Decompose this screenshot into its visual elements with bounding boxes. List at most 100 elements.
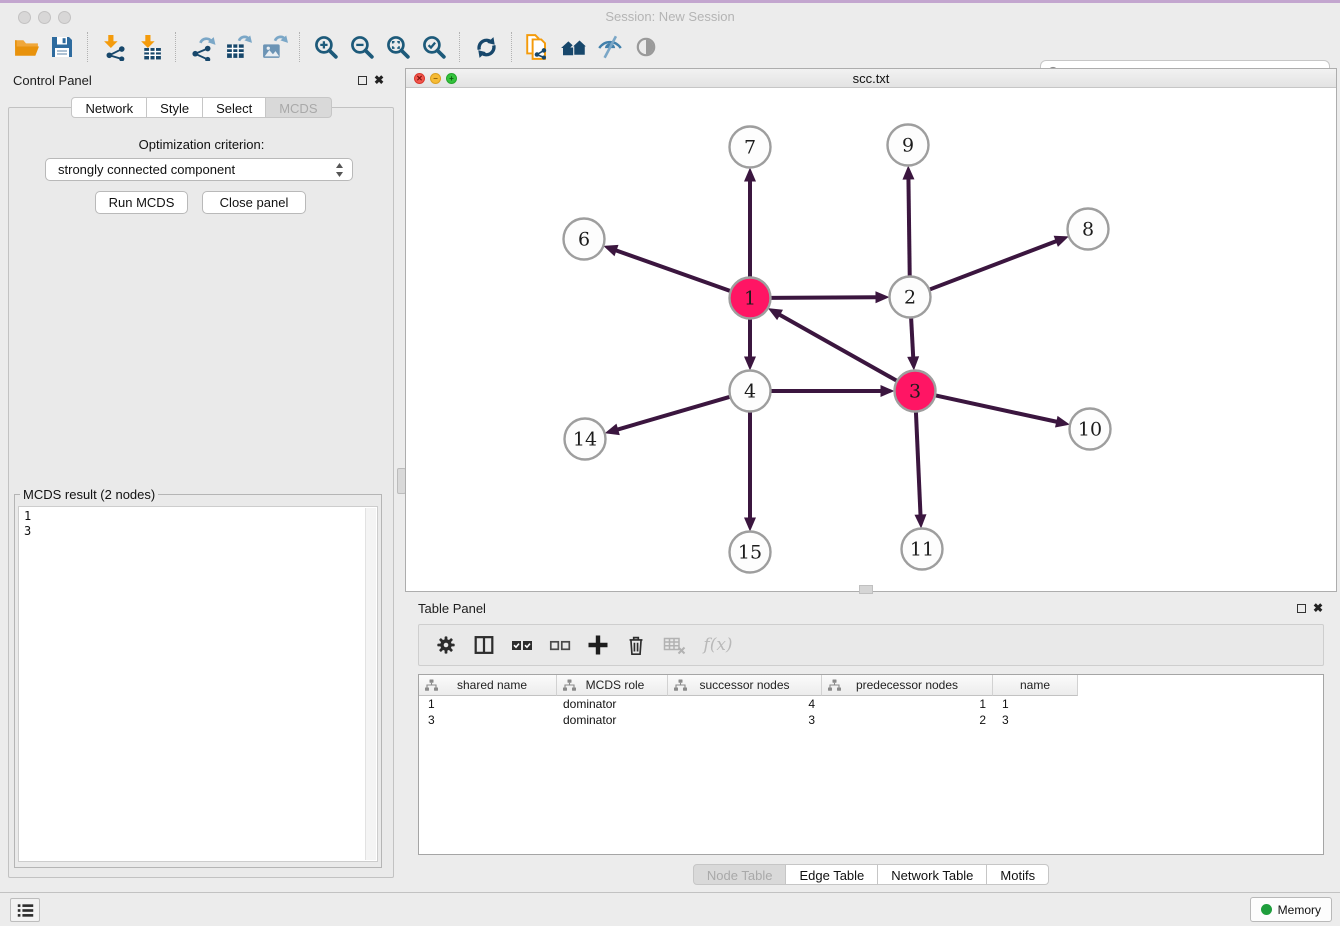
column-header-successor-nodes[interactable]: successor nodes (668, 675, 822, 696)
show-panel-button[interactable] (628, 31, 664, 64)
graph-node-9[interactable]: 9 (888, 125, 929, 166)
svg-text:11: 11 (910, 539, 934, 561)
tab-select[interactable]: Select (203, 97, 266, 118)
graph-edge-2-8[interactable] (929, 241, 1057, 290)
graph-node-7[interactable]: 7 (730, 127, 771, 168)
table-row[interactable]: 3dominator323 (419, 712, 1323, 728)
graph-node-3[interactable]: 3 (895, 371, 936, 412)
tree-icon (828, 679, 841, 692)
hide-panel-button[interactable] (592, 31, 628, 64)
save-session-button[interactable] (44, 31, 80, 64)
tab-network-table[interactable]: Network Table (878, 864, 987, 885)
graph-edge-4-14[interactable] (617, 397, 730, 430)
table-cell[interactable]: 3 (993, 712, 1078, 728)
export-table-button[interactable] (220, 31, 256, 64)
column-header-predecessor-nodes[interactable]: predecessor nodes (822, 675, 993, 696)
column-header-name[interactable]: name (993, 675, 1078, 696)
column-header-shared-name[interactable]: shared name (419, 675, 557, 696)
tab-edge-table[interactable]: Edge Table (786, 864, 878, 885)
import-network-button[interactable] (96, 31, 132, 64)
control-panel-title: Control Panel (13, 73, 92, 88)
graph-node-8[interactable]: 8 (1068, 209, 1109, 250)
table-cell[interactable]: 1 (419, 696, 557, 712)
svg-text:15: 15 (738, 542, 762, 564)
open-session-button[interactable] (8, 31, 44, 64)
network-document-button[interactable] (520, 31, 556, 64)
list-icon (16, 902, 35, 919)
float-table-panel-icon[interactable] (1297, 604, 1306, 613)
table-cell[interactable]: 3 (419, 712, 557, 728)
column-chooser-button[interactable] (467, 629, 501, 661)
graph-edge-3-11[interactable] (916, 411, 921, 515)
svg-text:1: 1 (744, 288, 756, 310)
graph-node-10[interactable]: 10 (1070, 409, 1111, 450)
column-header-mcds-role[interactable]: MCDS role (557, 675, 668, 696)
tab-motifs[interactable]: Motifs (987, 864, 1049, 885)
graph-edge-3-10[interactable] (935, 395, 1057, 422)
network-graph[interactable]: 7 9 6 8 1 2 4 3 14 10 15 11 (406, 88, 1336, 591)
table-cell[interactable]: 4 (668, 696, 822, 712)
svg-text:10: 10 (1078, 419, 1102, 441)
tab-network[interactable]: Network (71, 97, 147, 118)
table-cell[interactable]: 1 (822, 696, 993, 712)
node-table-header: shared name MCDS role (419, 675, 1323, 696)
criterion-dropdown[interactable]: strongly connected component (45, 158, 353, 181)
refresh-layout-button[interactable] (468, 31, 504, 64)
zoom-selected-icon (421, 34, 448, 61)
table-cell[interactable]: dominator (557, 712, 668, 728)
select-all-button[interactable] (505, 629, 539, 661)
graph-edge-3-1[interactable] (779, 314, 897, 380)
close-panel-button[interactable]: Close panel (202, 191, 306, 214)
network-canvas[interactable]: 7 9 6 8 1 2 4 3 14 10 15 11 (406, 88, 1336, 591)
network-window-titlebar[interactable]: ✕ − + scc.txt (406, 69, 1336, 88)
table-panel-tabs: Node Table Edge Table Network Table Moti… (405, 864, 1337, 885)
close-table-panel-icon[interactable]: ✖ (1313, 603, 1323, 613)
zoom-out-button[interactable] (344, 31, 380, 64)
graph-edge-1-2[interactable] (770, 297, 876, 298)
add-column-button[interactable] (581, 629, 615, 661)
mcds-result-text: 1 3 (24, 509, 31, 539)
delete-column-button[interactable] (619, 629, 653, 661)
tab-mcds[interactable]: MCDS (266, 97, 331, 118)
graph-edge-1-6[interactable] (616, 250, 731, 291)
export-network-button[interactable] (184, 31, 220, 64)
graph-node-15[interactable]: 15 (730, 532, 771, 573)
graph-node-2[interactable]: 2 (890, 277, 931, 318)
table-cell[interactable]: 1 (993, 696, 1078, 712)
import-table-button[interactable] (132, 31, 168, 64)
table-cell[interactable]: dominator (557, 696, 668, 712)
graph-edge-2-9[interactable] (908, 178, 909, 276)
tab-style[interactable]: Style (147, 97, 203, 118)
float-panel-icon[interactable] (358, 76, 367, 85)
svg-text:14: 14 (573, 429, 597, 451)
task-history-button[interactable] (10, 898, 40, 922)
close-panel-icon[interactable]: ✖ (374, 75, 384, 85)
toolbar-separator (299, 32, 301, 62)
function-builder-button[interactable]: f(x) (695, 629, 741, 661)
horizontal-splitter-grip[interactable] (859, 585, 873, 594)
home-button[interactable] (556, 31, 592, 64)
zoom-fit-button[interactable] (380, 31, 416, 64)
zoom-in-button[interactable] (308, 31, 344, 64)
delete-table-button[interactable] (657, 629, 691, 661)
table-cell[interactable]: 2 (822, 712, 993, 728)
table-settings-button[interactable] (429, 629, 463, 661)
graph-node-1[interactable]: 1 (730, 278, 771, 319)
memory-button[interactable]: Memory (1250, 897, 1332, 922)
run-mcds-button[interactable]: Run MCDS (95, 191, 188, 214)
table-cell[interactable]: 3 (668, 712, 822, 728)
optimization-criterion-label: Optimization criterion: (8, 137, 395, 152)
graph-node-6[interactable]: 6 (564, 219, 605, 260)
graph-node-14[interactable]: 14 (565, 419, 606, 460)
tab-node-table[interactable]: Node Table (693, 864, 787, 885)
plus-icon (585, 632, 611, 658)
export-image-button[interactable] (256, 31, 292, 64)
deselect-all-button[interactable] (543, 629, 577, 661)
table-row[interactable]: 1dominator411 (419, 696, 1323, 712)
graph-node-11[interactable]: 11 (902, 529, 943, 570)
zoom-selected-button[interactable] (416, 31, 452, 64)
mcds-result-textarea[interactable]: 1 3 (18, 506, 378, 862)
graph-node-4[interactable]: 4 (730, 371, 771, 412)
graph-edge-2-3[interactable] (911, 317, 913, 357)
result-scrollbar[interactable] (365, 508, 376, 860)
